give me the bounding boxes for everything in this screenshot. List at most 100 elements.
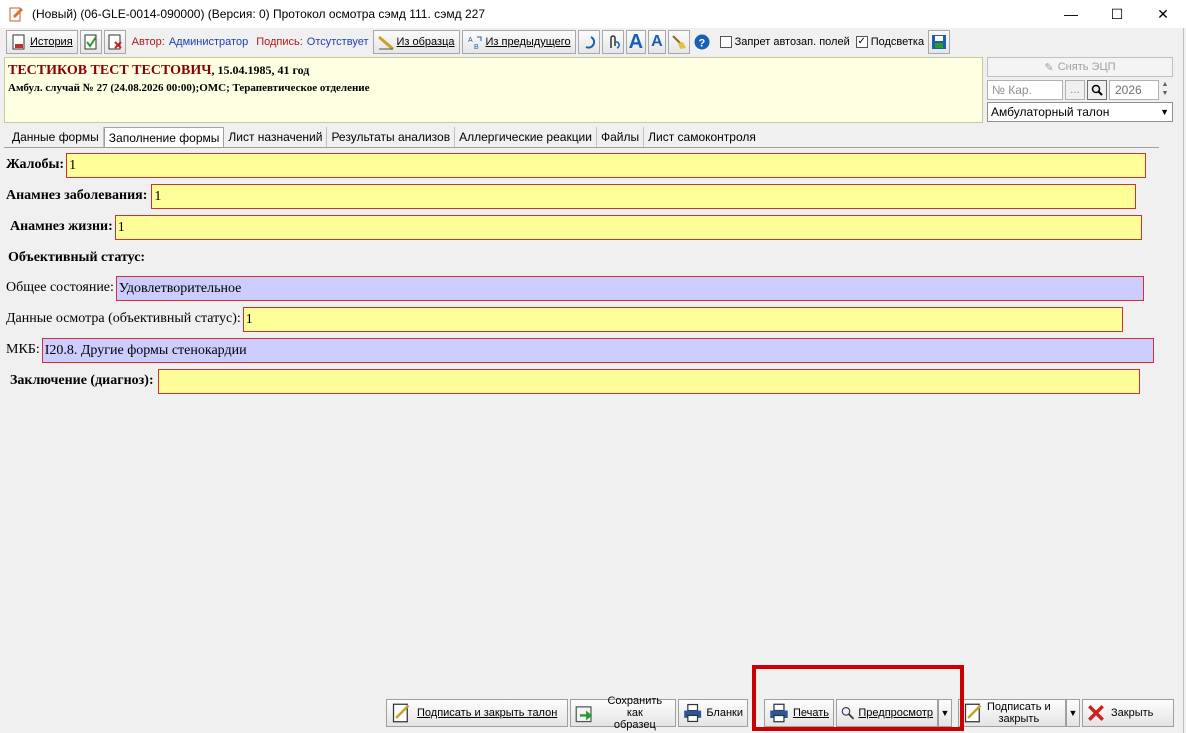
font-increase-icon: A <box>628 30 644 53</box>
anamnesis-disease-row: Анамнез заболевания: 1 <box>6 183 1137 209</box>
conclusion-field[interactable] <box>157 368 1140 394</box>
tab-lab-results[interactable]: Результаты анализов <box>327 127 456 147</box>
history-button[interactable]: История <box>6 30 78 54</box>
complaints-row: Жалобы: 1 <box>6 152 1147 178</box>
tab-form-data[interactable]: Данные формы <box>8 127 104 147</box>
general-state-label: Общее состояние: <box>6 280 114 295</box>
card-lookup-button[interactable]: ... <box>1065 80 1085 100</box>
save-template-icon <box>575 706 593 723</box>
help-button[interactable]: ? <box>692 30 712 54</box>
author-label: Автор: <box>131 36 165 48</box>
clip-icon <box>609 35 620 49</box>
from-template-button[interactable]: Из образца <box>372 30 460 54</box>
spin-down-icon: ▼ <box>1161 90 1169 97</box>
blanks-button[interactable]: Бланки <box>678 699 748 727</box>
sign-close-talon-button[interactable]: Подписать и закрыть талон <box>386 699 568 727</box>
tab-strip: Данные формы Заполнение формы Лист назна… <box>8 127 760 147</box>
title-bar: (Новый) (06-GLE-0014-090000) (Версия: 0)… <box>0 0 1186 28</box>
tab-files[interactable]: Файлы <box>597 127 645 147</box>
anamnesis-life-field[interactable]: 1 <box>114 214 1142 240</box>
printer-icon <box>684 703 702 723</box>
tab-prescriptions[interactable]: Лист назначений <box>224 127 328 147</box>
anamnesis-disease-label: Анамнез заболевания: <box>6 188 148 203</box>
close-button[interactable]: Закрыть <box>1082 699 1174 727</box>
general-state-select[interactable]: Удовлетворительное <box>115 275 1144 301</box>
from-previous-button[interactable]: AB Из предыдущего <box>461 30 576 54</box>
signature-value: Отсутствует <box>306 36 369 48</box>
broom-icon <box>671 35 686 49</box>
document-edit-icon <box>9 7 23 22</box>
anamnesis-life-label: Анамнез жизни: <box>10 219 113 234</box>
anamnesis-disease-field[interactable]: 1 <box>151 183 1137 209</box>
save-as-template-button[interactable]: Сохранить как образец <box>570 695 676 731</box>
no-autofill-checkbox[interactable] <box>719 36 732 48</box>
highlight-label: Подсветка <box>870 36 925 48</box>
help-icon: ? <box>694 34 710 50</box>
close-window-button[interactable]: ✕ <box>1140 0 1186 28</box>
search-button[interactable] <box>1087 80 1107 100</box>
tab-self-control[interactable]: Лист самоконтроля <box>644 127 760 147</box>
font-decrease-icon: A <box>651 33 663 50</box>
card-number-input[interactable]: № Кар. <box>987 80 1063 100</box>
objective-status-row: Объективный статус: <box>8 245 145 271</box>
window-title: (Новый) (06-GLE-0014-090000) (Версия: 0)… <box>32 7 486 21</box>
pen-ruler-icon <box>377 35 394 50</box>
anamnesis-life-row: Анамнез жизни: 1 <box>10 214 1142 240</box>
increase-font-button[interactable]: A <box>625 30 647 54</box>
svg-text:B: B <box>474 44 479 50</box>
maximize-button[interactable]: ☐ <box>1094 0 1140 28</box>
minimize-button[interactable]: — <box>1048 0 1094 28</box>
search-icon <box>1091 84 1103 96</box>
talon-panel: ✎ Снять ЭЦП № Кар. ... 2026 ▲ ▼ Амбулатор… <box>986 57 1176 123</box>
author-value: Администратор <box>168 36 249 48</box>
talon-type-select[interactable]: Амбулаторный талон ▼ <box>987 102 1173 122</box>
approve-doc-button[interactable] <box>79 30 102 54</box>
undo-icon <box>585 36 595 49</box>
mkb-select[interactable]: I20.8. Другие формы стенокардии <box>41 337 1154 363</box>
doc-delete-icon <box>108 34 122 50</box>
remove-ecp-button[interactable]: ✎ Снять ЭЦП <box>987 57 1173 77</box>
form-fill-panel: Жалобы: 1 Анамнез заболевания: 1 Анамнез… <box>0 148 1160 696</box>
highlight-checkbox[interactable]: ✓ <box>855 36 868 48</box>
reject-doc-button[interactable] <box>103 30 126 54</box>
close-icon <box>1088 705 1104 721</box>
spin-up-icon: ▲ <box>1161 81 1169 88</box>
year-spinner[interactable]: 2026 <box>1109 80 1159 100</box>
sign-close-dropdown-button[interactable]: ▼ <box>1066 699 1080 727</box>
exam-data-field[interactable]: 1 <box>242 306 1123 332</box>
clear-button[interactable] <box>667 30 690 54</box>
clipboard-button[interactable] <box>601 30 624 54</box>
conclusion-label: Заключение (диагноз): <box>10 373 154 388</box>
ambulatory-case: Амбул. случай № 27 (24.08.2026 00:00);ОМ… <box>8 82 370 94</box>
mkb-label: МКБ: <box>6 342 40 357</box>
tab-form-fill[interactable]: Заполнение формы <box>103 127 225 147</box>
mkb-row: МКБ: I20.8. Другие формы стенокардии <box>6 337 1154 363</box>
sign-close-button[interactable]: Подписать и закрыть <box>958 699 1066 727</box>
complaints-label: Жалобы: <box>6 157 65 172</box>
svg-text:A: A <box>468 37 473 44</box>
save-icon <box>932 35 947 49</box>
exam-data-row: Данные осмотра (объективный статус): 1 <box>6 306 1123 332</box>
chevron-down-icon: ▼ <box>1160 107 1169 117</box>
doc-sign-icon <box>392 703 410 723</box>
patient-name: ТЕСТИКОВ ТЕСТ ТЕСТОВИЧ <box>8 63 212 78</box>
toolbar: История Автор: Администратор Подпись: От… <box>0 28 1186 56</box>
tab-allergies[interactable]: Аллергические реакции <box>455 127 597 147</box>
window-right-edge <box>1183 28 1184 733</box>
bottom-action-bar: Подписать и закрыть талон Сохранить как о… <box>0 695 1186 731</box>
history-icon <box>12 34 25 50</box>
signature-remove-icon: ✎ <box>1044 61 1054 74</box>
signature-label: Подпись: <box>256 36 303 48</box>
general-state-row: Общее состояние: Удовлетворительное <box>6 275 1144 301</box>
undo-button[interactable] <box>577 30 600 54</box>
patient-info-panel: ТЕСТИКОВ ТЕСТ ТЕСТОВИЧ, 15.04.1985, 41 г… <box>4 57 983 123</box>
complaints-field[interactable]: 1 <box>66 152 1147 178</box>
conclusion-row: Заключение (диагноз): <box>10 368 1140 394</box>
decrease-font-button[interactable]: A <box>648 30 666 54</box>
save-button[interactable] <box>928 30 951 54</box>
year-spin-arrows[interactable]: ▲ ▼ <box>1158 80 1172 100</box>
objective-status-heading: Объективный статус: <box>8 250 146 265</box>
patient-dob-age: , 15.04.1985, 41 год <box>211 63 310 77</box>
annotation-highlight-box <box>752 665 964 731</box>
chevron-down-icon: ▼ <box>1068 708 1078 718</box>
